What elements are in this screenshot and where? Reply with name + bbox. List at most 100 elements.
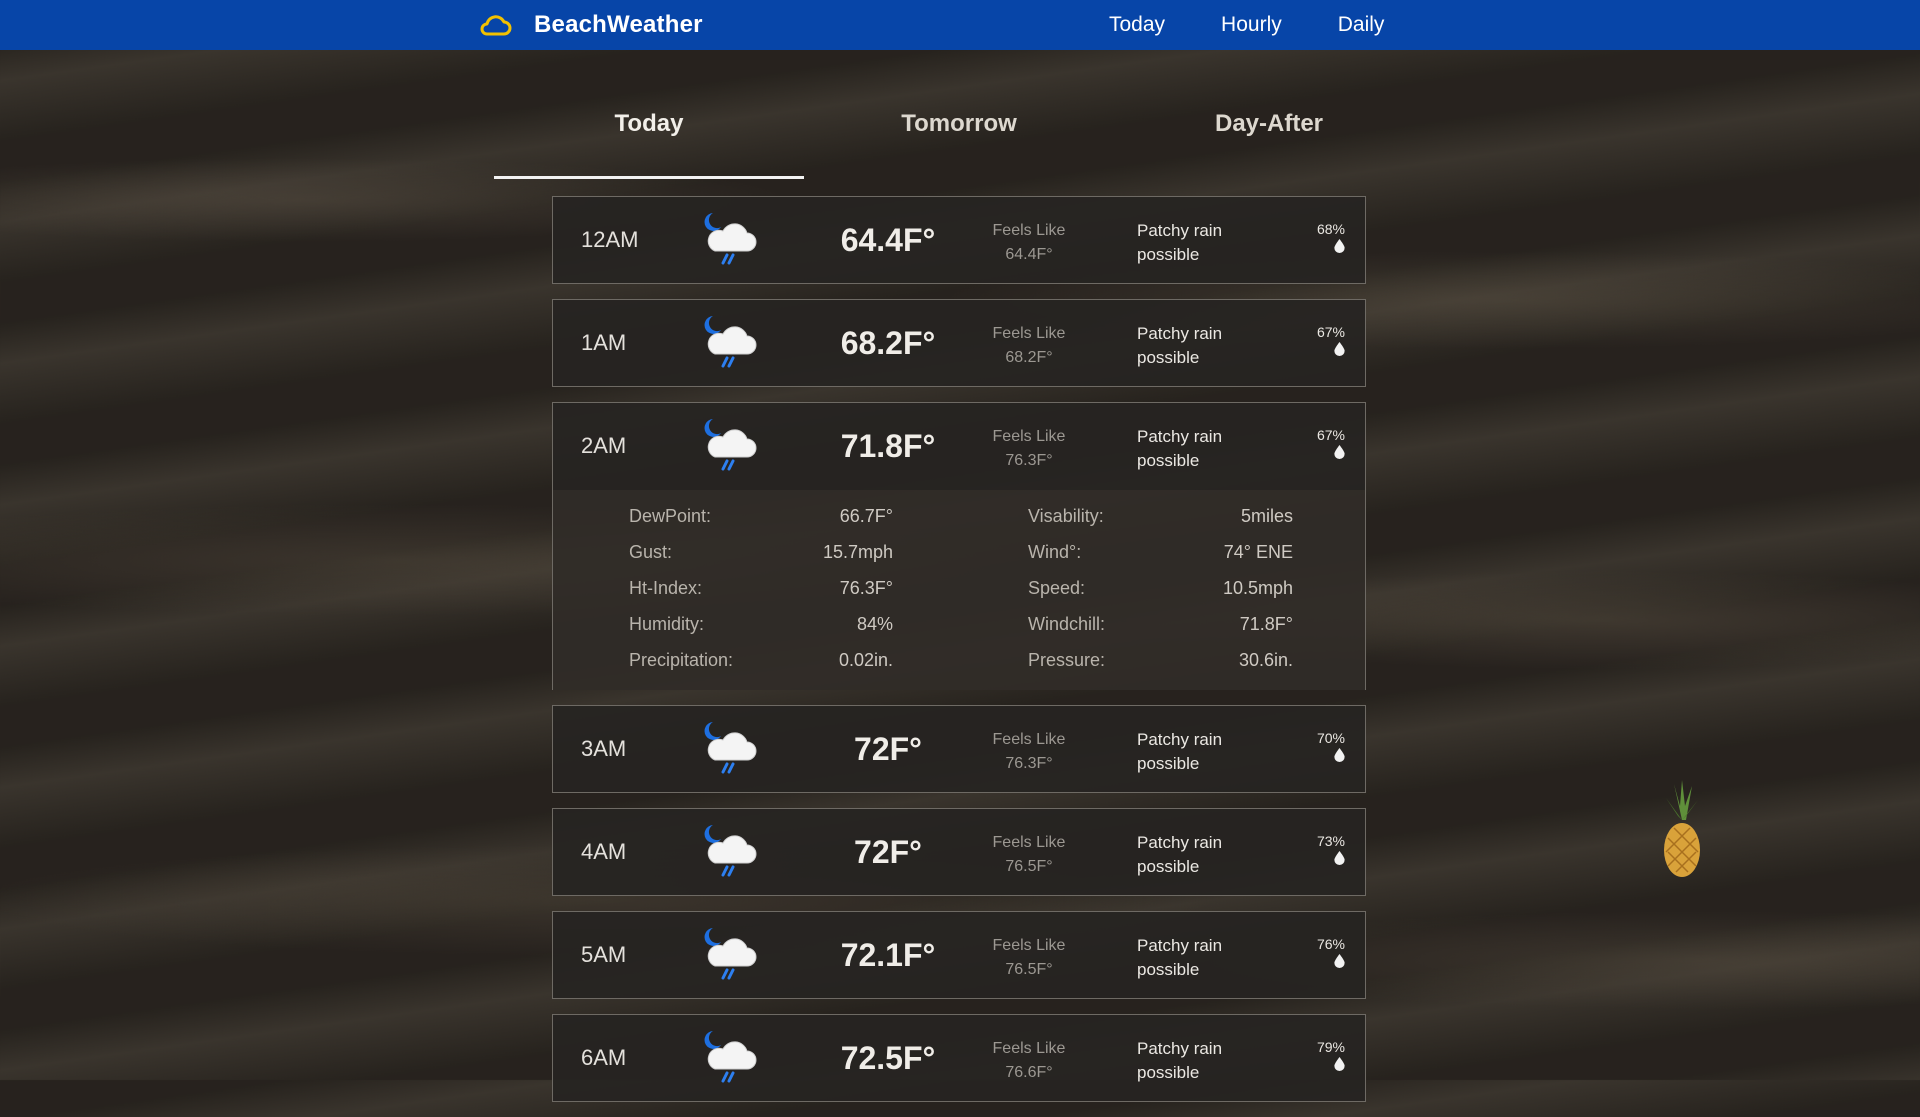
hour-row[interactable]: 3AM 72F° Feels Like 76.3F° Patchy rain po… (552, 705, 1366, 793)
raindrop-icon (1334, 1057, 1345, 1071)
detail-label: Humidity: (629, 614, 705, 634)
rain-chance: 79% (1295, 1039, 1345, 1071)
moon-cloud-rain-icon (703, 1029, 757, 1083)
rain-chance: 68% (1295, 221, 1345, 253)
rain-chance: 73% (1295, 833, 1345, 865)
feels-like-label: Feels Like (992, 1040, 1066, 1057)
nav-links: Today Hourly Daily (1109, 0, 1384, 50)
feels-like-value: 76.3F° (1005, 755, 1053, 772)
feels-like-value: 76.5F° (1005, 858, 1053, 875)
hour-row[interactable]: 1AM 68.2F° Feels Like 68.2F° Patchy rain … (552, 299, 1366, 387)
detail-heat-index: Ht-Index: 76.3F° (629, 570, 893, 606)
rain-chance: 67% (1295, 427, 1345, 459)
detail-wind-direction: Wind°: 74° ENE (1028, 534, 1293, 570)
rain-chance: 76% (1295, 936, 1345, 968)
tab-today[interactable]: Today (494, 100, 804, 178)
feels-like: Feels Like 68.2F° (969, 322, 1089, 370)
hour-temp: 68.2F° (840, 325, 936, 361)
pineapple-icon (1664, 780, 1700, 877)
active-tab-indicator (494, 176, 804, 179)
detail-value: 84% (856, 614, 893, 634)
hour-row[interactable]: 6AM 72.5F° Feels Like 76.6F° Patchy rain … (552, 1014, 1366, 1102)
detail-label: Gust: (629, 542, 673, 562)
hour-time: 2AM (581, 433, 627, 458)
feels-like-value: 76.5F° (1005, 961, 1053, 978)
feels-like: Feels Like 64.4F° (969, 219, 1089, 267)
raindrop-icon (1334, 445, 1345, 459)
condition-text: Patchy rain possible (1137, 427, 1223, 470)
raindrop-icon (1334, 851, 1345, 865)
rain-chance: 70% (1295, 730, 1345, 762)
day-tabs: Today Tomorrow Day-After (494, 100, 1424, 182)
detail-value: 74° ENE (1223, 542, 1293, 562)
feels-like-label: Feels Like (992, 428, 1066, 445)
raindrop-icon (1334, 342, 1345, 356)
detail-label: Pressure: (1028, 650, 1106, 670)
feels-like-label: Feels Like (992, 834, 1066, 851)
moon-cloud-rain-icon (703, 314, 757, 368)
hour-time: 4AM (581, 839, 627, 864)
cloud-icon (480, 15, 512, 36)
hourly-list: 12AM 64.4F° Feels Like 64.4F° Patchy rain… (552, 196, 1366, 1117)
hour-details-panel: DewPoint: 66.7F° Gust: 15.7mph Ht-Index: 76… (552, 490, 1366, 690)
details-right-column: Visability: 5miles Wind°: 74° ENE Speed: 10… (1028, 498, 1293, 678)
hour-row[interactable]: 12AM 64.4F° Feels Like 64.4F° Patchy rain… (552, 196, 1366, 284)
detail-value: 71.8F° (1239, 614, 1293, 634)
condition-text: Patchy rain possible (1137, 936, 1223, 979)
detail-precipitation: Precipitation: 0.02in. (629, 642, 893, 678)
brand[interactable]: BeachWeather (478, 0, 703, 50)
detail-label: Ht-Index: (629, 578, 703, 598)
rain-chance-value: 73% (1316, 833, 1345, 849)
rain-chance: 67% (1295, 324, 1345, 356)
detail-value: 0.02in. (838, 650, 893, 670)
detail-value: 30.6in. (1238, 650, 1293, 670)
moon-cloud-rain-icon (703, 720, 757, 774)
hour-temp: 72.1F° (840, 937, 936, 973)
hour-temp: 64.4F° (840, 222, 936, 258)
condition-text: Patchy rain possible (1137, 324, 1223, 367)
raindrop-icon (1334, 239, 1345, 253)
detail-label: Windchill: (1028, 614, 1106, 634)
moon-cloud-rain-icon (703, 926, 757, 980)
detail-value: 66.7F° (839, 506, 893, 526)
nav-link-daily[interactable]: Daily (1338, 13, 1385, 37)
hour-temp: 72F° (854, 731, 922, 767)
nav-link-today[interactable]: Today (1109, 13, 1165, 37)
feels-like-label: Feels Like (992, 731, 1066, 748)
feels-like: Feels Like 76.3F° (969, 728, 1089, 776)
hour-time: 3AM (581, 736, 627, 761)
feels-like-value: 76.6F° (1005, 1064, 1053, 1081)
detail-dewpoint: DewPoint: 66.7F° (629, 498, 893, 534)
moon-cloud-rain-icon (703, 211, 757, 265)
hour-time: 1AM (581, 330, 627, 355)
detail-pressure: Pressure: 30.6in. (1028, 642, 1293, 678)
condition-text: Patchy rain possible (1137, 730, 1223, 773)
rain-chance-value: 76% (1316, 936, 1345, 952)
feels-like: Feels Like 76.5F° (969, 934, 1089, 982)
hour-row[interactable]: 5AM 72.1F° Feels Like 76.5F° Patchy rain … (552, 911, 1366, 999)
feels-like-label: Feels Like (992, 325, 1066, 342)
detail-label: Wind°: (1028, 542, 1082, 562)
feels-like: Feels Like 76.6F° (969, 1037, 1089, 1085)
condition-text: Patchy rain possible (1137, 833, 1223, 876)
details-left-column: DewPoint: 66.7F° Gust: 15.7mph Ht-Index: 76… (629, 498, 893, 678)
feels-like: Feels Like 76.3F° (969, 425, 1089, 473)
moon-cloud-rain-icon (703, 823, 757, 877)
hour-temp: 72F° (854, 834, 922, 870)
detail-wind-speed: Speed: 10.5mph (1028, 570, 1293, 606)
detail-label: Precipitation: (629, 650, 734, 670)
detail-visibility: Visability: 5miles (1028, 498, 1293, 534)
feels-like-value: 76.3F° (1005, 452, 1053, 469)
tab-day-after[interactable]: Day-After (1114, 100, 1424, 178)
rain-chance-value: 79% (1316, 1039, 1345, 1055)
tab-tomorrow[interactable]: Tomorrow (804, 100, 1114, 178)
nav-link-hourly[interactable]: Hourly (1221, 13, 1282, 37)
feels-like-value: 68.2F° (1005, 349, 1053, 366)
hour-time: 5AM (581, 942, 627, 967)
hour-temp: 71.8F° (840, 428, 936, 464)
hour-row-expanded[interactable]: 2AM 71.8F° Feels Like 76.3F° Patchy rain … (552, 402, 1366, 490)
hour-row[interactable]: 4AM 72F° Feels Like 76.5F° Patchy rain po… (552, 808, 1366, 896)
detail-value: 76.3F° (839, 578, 893, 598)
hour-time: 12AM (581, 227, 639, 252)
detail-label: Speed: (1028, 578, 1086, 598)
